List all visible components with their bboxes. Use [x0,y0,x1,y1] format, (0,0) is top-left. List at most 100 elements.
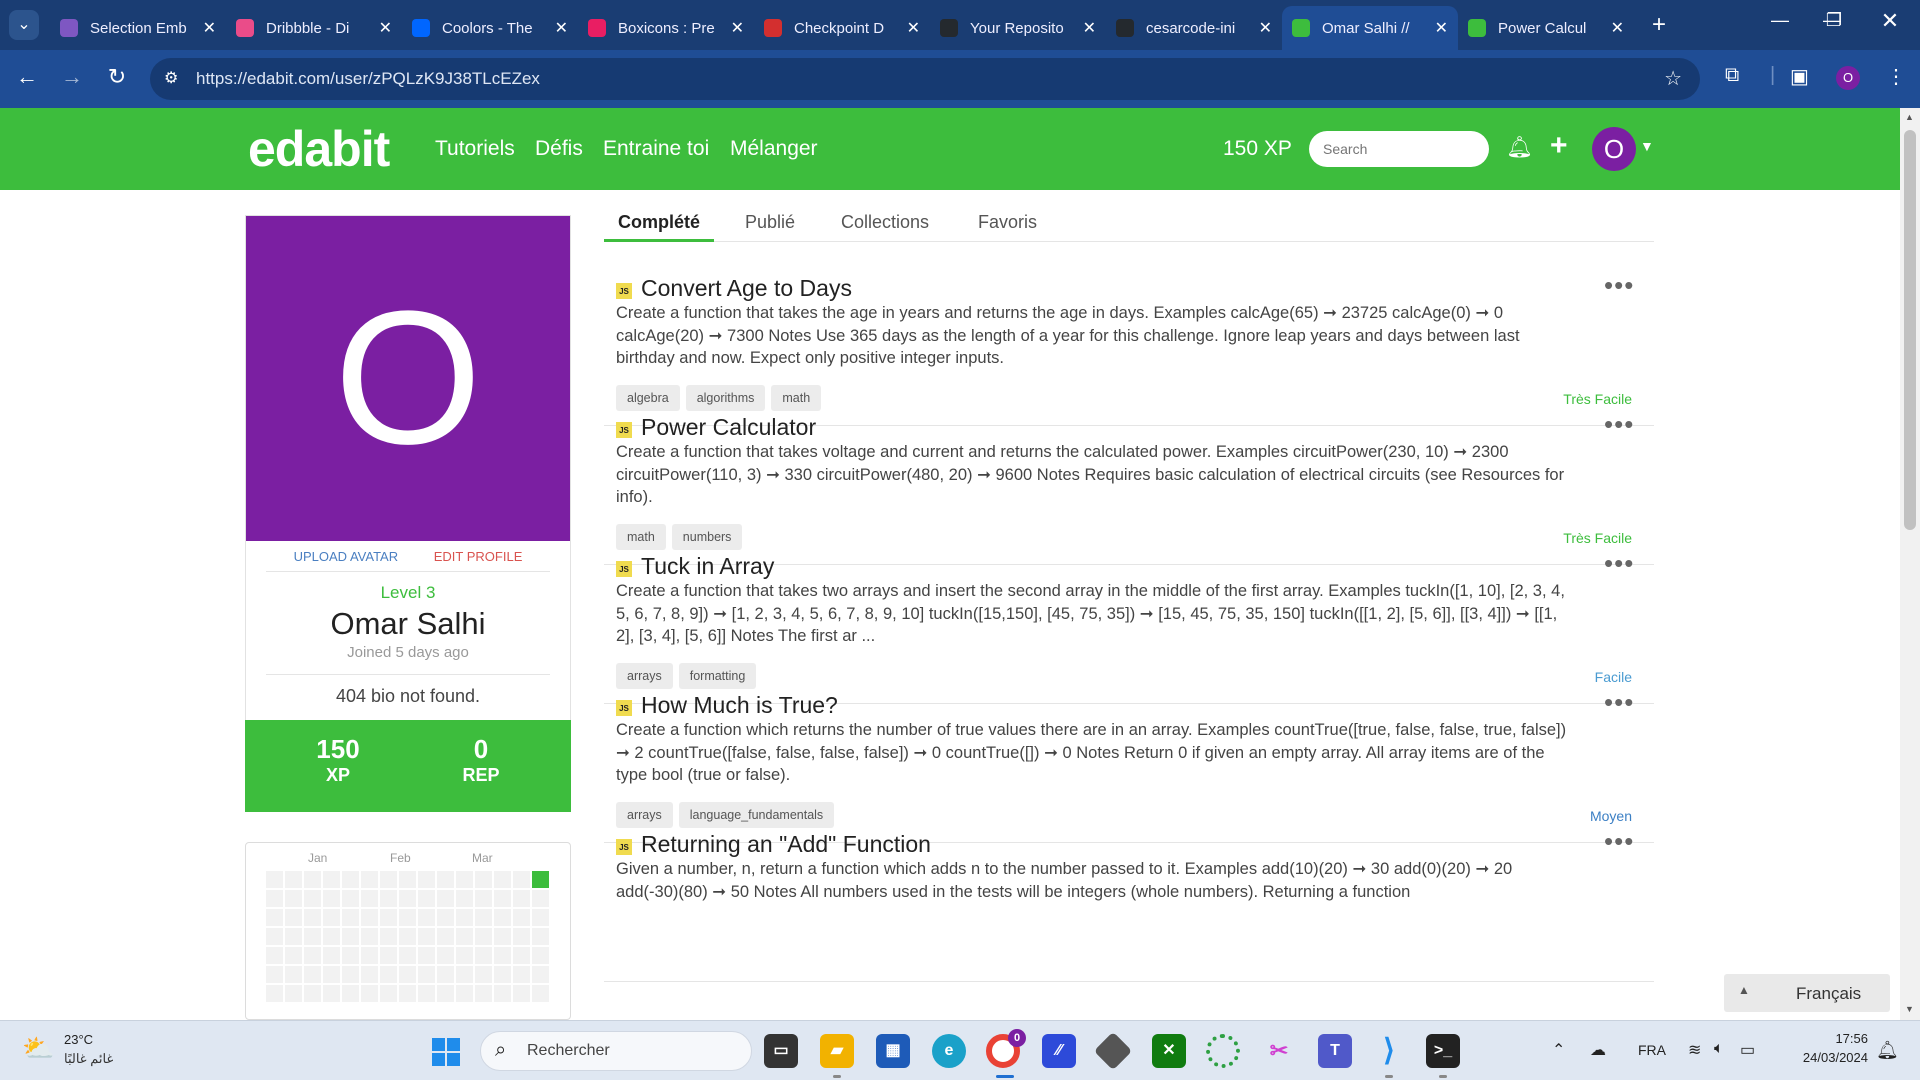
scroll-down-icon[interactable]: ▼ [1905,1004,1914,1014]
browser-tab[interactable]: Coolors - The ✕ [402,6,578,50]
close-window-icon[interactable]: ✕ [1870,8,1910,34]
heatmap-cell [361,890,378,907]
heatmap-cell [304,966,321,983]
edit-profile-link[interactable]: EDIT PROFILE [434,549,523,564]
challenge-card[interactable]: JS Returning an "Add" Function ••• Given a … [604,812,1654,982]
browser-menu-icon[interactable]: ⋮ [1886,64,1906,89]
edge-icon[interactable]: e [932,1034,966,1068]
windows-start-icon[interactable] [432,1038,460,1066]
challenge-title[interactable]: Convert Age to Days [641,275,852,302]
back-icon[interactable]: ← [12,64,42,90]
new-tab-button[interactable]: + [1652,10,1666,40]
bell-icon[interactable]: 🔔︎ [1506,136,1533,160]
browser-tab[interactable]: Omar Salhi // ✕ [1282,6,1458,50]
notification-bell-icon[interactable]: 🔔︎ [1876,1040,1899,1061]
heatmap-cell [494,947,511,964]
reload-icon[interactable]: ↻ [102,64,132,90]
browser-tab[interactable]: Power Calcul ✕ [1458,6,1634,50]
windows-taskbar: ⛅ 23°C غائم غالبًا ⌕ Rechercher ▭ ▰ ▦ e … [0,1020,1920,1080]
search-input[interactable] [1309,131,1489,167]
close-tab-icon[interactable]: ✕ [379,18,392,38]
browser-tab[interactable]: Boxicons : Pre ✕ [578,6,754,50]
restore-icon[interactable]: ❐ [1814,10,1854,31]
close-tab-icon[interactable]: ✕ [1611,18,1624,38]
xbox-icon[interactable]: ✕ [1152,1034,1186,1068]
task-view-icon[interactable]: ▭ [764,1034,798,1068]
more-options-icon[interactable]: ••• [1604,409,1634,440]
nav-melanger[interactable]: Mélanger [730,137,818,161]
close-tab-icon[interactable]: ✕ [1083,18,1096,38]
chevron-down-icon[interactable]: ▼ [1640,138,1654,154]
close-tab-icon[interactable]: ✕ [1259,18,1272,38]
terminal-icon[interactable]: >_ [1426,1034,1460,1068]
microsoft-store-icon[interactable]: ▦ [876,1034,910,1068]
app-icon[interactable]: ∕∕ [1042,1034,1076,1068]
snipping-tool-icon[interactable]: ✂ [1262,1034,1296,1068]
scrollbar-thumb[interactable] [1904,130,1916,530]
close-tab-icon[interactable]: ✕ [731,18,744,38]
heatmap-cell [285,890,302,907]
tab-strip: Selection Emb ✕ Dribbble - Di ✕ Coolors - Th… [50,6,1634,50]
browser-tab[interactable]: cesarcode-ini ✕ [1106,6,1282,50]
more-options-icon[interactable]: ••• [1604,687,1634,718]
close-tab-icon[interactable]: ✕ [203,18,216,38]
heatmap-cell [513,909,530,926]
more-options-icon[interactable]: ••• [1604,270,1634,301]
wifi-icon[interactable]: ≋ [1688,1040,1701,1060]
more-options-icon[interactable]: ••• [1604,826,1634,857]
bookmark-star-icon[interactable]: ☆ [1664,66,1682,91]
close-tab-icon[interactable]: ✕ [907,18,920,38]
tab-publie[interactable]: Publié [745,212,795,233]
upload-avatar-link[interactable]: UPLOAD AVATAR [294,549,399,564]
vscode-icon[interactable]: ⟩ [1372,1034,1406,1068]
challenge-title[interactable]: How Much is True? [641,692,838,719]
extensions-icon[interactable]: ⧉ [1725,64,1739,87]
tab-collections[interactable]: Collections [841,212,929,233]
close-tab-icon[interactable]: ✕ [555,18,568,38]
teams-icon[interactable]: T [1318,1034,1352,1068]
tab-search-button[interactable]: ⌄ [9,10,39,40]
app-icon[interactable] [1093,1031,1133,1071]
browser-tab[interactable]: Your Reposito ✕ [930,6,1106,50]
url-field[interactable]: ⚙ https://edabit.com/user/zPQLzK9J38TLcE… [150,58,1700,100]
nav-entraine-toi[interactable]: Entraine toi [603,137,709,161]
app-icon[interactable] [1206,1034,1240,1068]
chevron-up-icon[interactable]: ⌃ [1552,1040,1565,1060]
browser-tab[interactable]: Checkpoint D ✕ [754,6,930,50]
browser-tab[interactable]: Dribbble - Di ✕ [226,6,402,50]
browser-profile-avatar[interactable]: O [1836,66,1860,90]
challenge-title[interactable]: Power Calculator [641,414,816,441]
heatmap-cell [361,966,378,983]
tab-favoris[interactable]: Favoris [978,212,1037,233]
tab-complete[interactable]: Complété [618,212,700,233]
input-language[interactable]: FRA [1638,1042,1666,1058]
taskbar-search[interactable]: ⌕ Rechercher [480,1031,752,1071]
clock[interactable]: 17:56 24/03/2024 [1788,1031,1868,1065]
forward-icon[interactable]: → [57,64,87,90]
language-select[interactable]: ▲ Français [1724,974,1890,1012]
plus-icon[interactable]: + [1550,129,1568,163]
challenge-title[interactable]: Tuck in Array [641,553,774,580]
browser-tab[interactable]: Selection Emb ✕ [50,6,226,50]
site-info-icon[interactable]: ⚙ [164,68,178,88]
close-tab-icon[interactable]: ✕ [1435,18,1448,38]
weather-temperature[interactable]: 23°C [64,1032,93,1047]
header-avatar[interactable]: O [1592,127,1636,171]
scroll-up-icon[interactable]: ▲ [1905,112,1914,122]
side-panel-icon[interactable]: ▣ [1790,64,1809,89]
network-icon[interactable]: ☁ [1590,1040,1606,1060]
weather-cloud-icon[interactable]: ⛅ [22,1033,54,1064]
page-scrollbar[interactable]: ▲ ▼ [1900,108,1920,1020]
nav-tutoriels[interactable]: Tutoriels [435,137,515,161]
battery-icon[interactable]: ▭ [1740,1040,1755,1060]
challenge-title[interactable]: Returning an "Add" Function [641,831,931,858]
heatmap-cell [513,871,530,888]
minimize-icon[interactable]: — [1760,10,1800,31]
heatmap-cell [437,947,454,964]
weather-description[interactable]: غائم غالبًا [64,1051,113,1067]
file-explorer-icon[interactable]: ▰ [820,1034,854,1068]
nav-defis[interactable]: Défis [535,137,583,161]
volume-icon[interactable]: 🔈︎ [1714,1040,1724,1058]
edabit-logo[interactable]: edabit [248,120,390,178]
more-options-icon[interactable]: ••• [1604,548,1634,579]
